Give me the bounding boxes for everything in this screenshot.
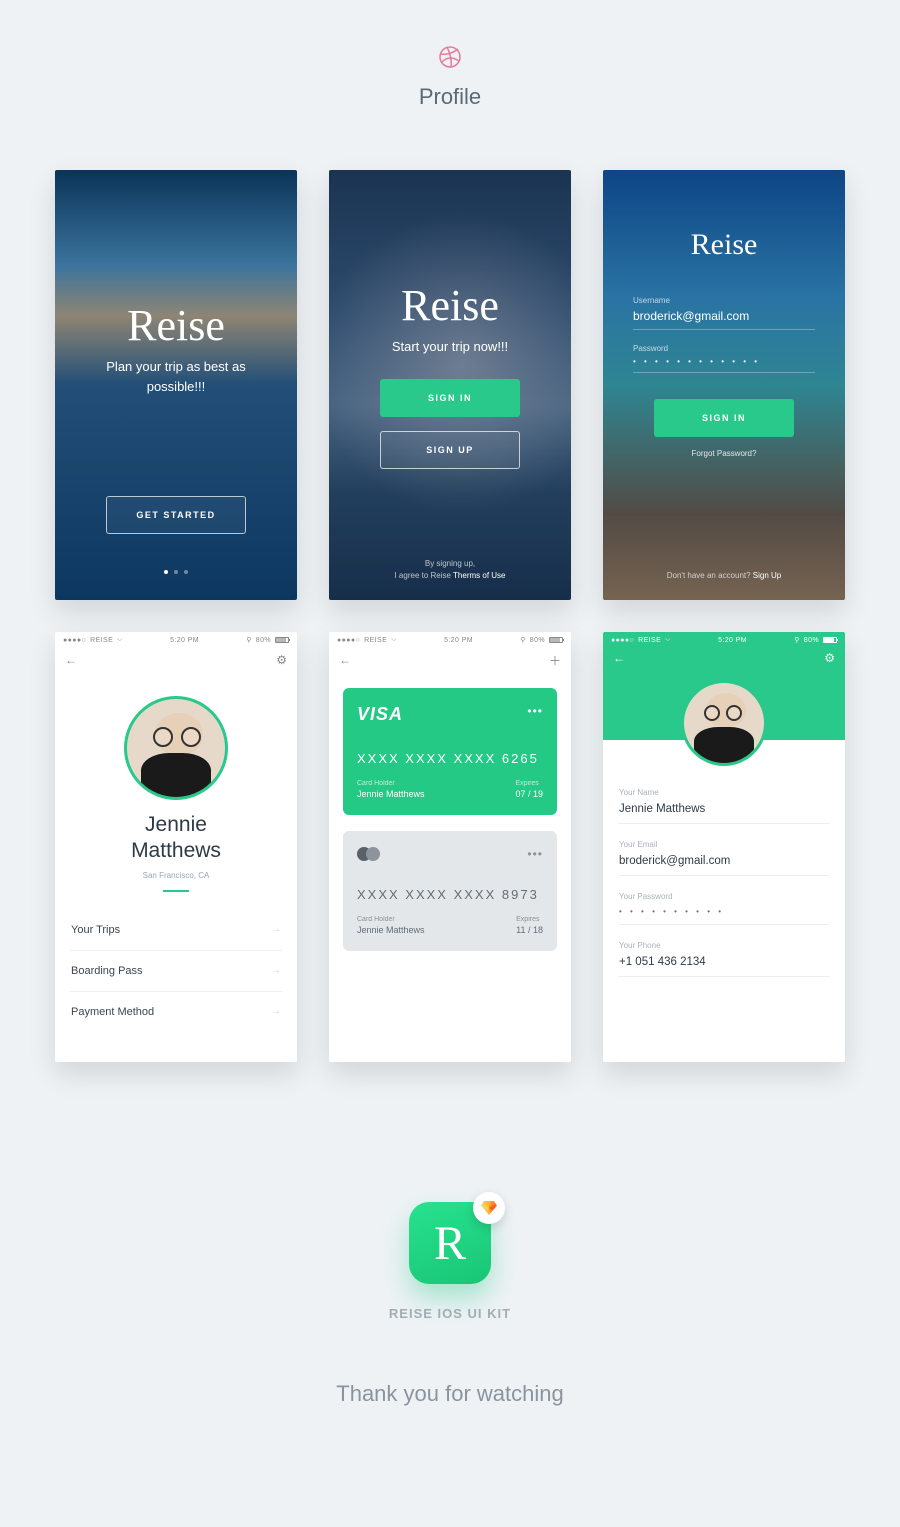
brand-logo: Reise: [691, 228, 758, 262]
mastercard-logo: [357, 847, 543, 861]
sketch-gem-icon: [481, 1201, 497, 1215]
back-icon[interactable]: ←: [65, 653, 77, 667]
menu-boarding-pass[interactable]: Boarding Pass→: [69, 951, 283, 992]
name-input[interactable]: Jennie Matthews: [619, 803, 829, 815]
chevron-right-icon: →: [271, 965, 281, 976]
onboard-tagline: Plan your trip as best as possible!!!: [96, 357, 256, 396]
screen-edit-profile: ●●●●○REISE⌵ 5:20 PM ⚲80% ← ⚙ Your Name J…: [603, 632, 845, 1062]
username-input[interactable]: broderick@gmail.com: [633, 309, 815, 323]
email-label: Your Email: [619, 840, 829, 849]
more-icon[interactable]: •••: [527, 704, 543, 718]
screen-profile: ●●●●○REISE⌵ 5:20 PM ⚲80% ← ⚙ JennieMatth…: [55, 632, 297, 1062]
profile-name: JennieMatthews: [55, 812, 297, 865]
add-icon[interactable]: ＋: [549, 652, 561, 669]
more-icon[interactable]: •••: [527, 847, 543, 861]
status-bar: ●●●●○REISE⌵ 5:20 PM ⚲80%: [603, 632, 845, 648]
thanks-text: Thank you for watching: [0, 1381, 900, 1407]
name-label: Your Name: [619, 788, 829, 797]
menu-payment-method[interactable]: Payment Method→: [69, 992, 283, 1032]
get-started-button[interactable]: GET STARTED: [106, 496, 246, 534]
phone-label: Your Phone: [619, 941, 829, 950]
card-visa[interactable]: VISA ••• XXXX XXXX XXXX 6265 Card Holder…: [343, 688, 557, 815]
password-label: Password: [633, 344, 815, 353]
chevron-right-icon: →: [271, 1006, 281, 1017]
avatar[interactable]: [681, 680, 767, 766]
brand-logo: Reise: [401, 280, 499, 331]
terms-link[interactable]: Therms of Use: [453, 571, 505, 580]
dribbble-icon: [438, 45, 462, 74]
screen-login: Reise Username broderick@gmail.com Passw…: [603, 170, 845, 600]
profile-location: San Francisco, CA: [55, 871, 297, 880]
terms-text: By signing up, I agree to Reise Therms o…: [329, 558, 571, 582]
divider: [163, 890, 189, 892]
screen-onboarding: Reise Plan your trip as best as possible…: [55, 170, 297, 600]
menu-your-trips[interactable]: Your Trips→: [69, 910, 283, 951]
card-number: XXXX XXXX XXXX 8973: [357, 887, 543, 902]
signup-link[interactable]: Sign Up: [753, 571, 781, 580]
password-label: Your Password: [619, 892, 829, 901]
email-input[interactable]: broderick@gmail.com: [619, 855, 829, 867]
visa-logo: VISA: [357, 704, 543, 725]
wifi-icon: ⌵: [117, 636, 123, 644]
kit-name: REISE IOS UI KIT: [0, 1306, 900, 1321]
signup-button[interactable]: SIGN UP: [380, 431, 520, 469]
screen-auth-intro: Reise Start your trip now!!! SIGN IN SIG…: [329, 170, 571, 600]
card-number: XXXX XXXX XXXX 6265: [357, 751, 543, 766]
forgot-password-link[interactable]: Forgot Password?: [692, 449, 757, 458]
brand-logo: Reise: [127, 300, 225, 351]
screen-cards: ●●●●○REISE⌵ 5:20 PM ⚲80% ← ＋ VISA ••• XX…: [329, 632, 571, 1062]
signup-prompt: Don't have an account? Sign Up: [603, 570, 845, 582]
back-icon[interactable]: ←: [339, 653, 351, 667]
settings-icon[interactable]: ⚙: [824, 651, 835, 665]
password-input[interactable]: • • • • • • • • • • • •: [633, 357, 815, 366]
password-input[interactable]: • • • • • • • • • •: [619, 907, 829, 916]
status-bar: ●●●●○REISE⌵ 5:20 PM ⚲80%: [329, 632, 571, 648]
chevron-right-icon: →: [271, 924, 281, 935]
app-icon: R: [409, 1202, 491, 1284]
avatar[interactable]: [124, 696, 228, 800]
page-dots: [164, 570, 188, 574]
login-signin-button[interactable]: SIGN IN: [654, 399, 794, 437]
intro-subtitle: Start your trip now!!!: [392, 337, 508, 357]
settings-icon[interactable]: ⚙: [276, 653, 287, 667]
card-mastercard[interactable]: ••• XXXX XXXX XXXX 8973 Card HolderJenni…: [343, 831, 557, 951]
page-title: Profile: [0, 84, 900, 110]
sketch-badge: [473, 1192, 505, 1224]
status-bar: ●●●●○REISE⌵ 5:20 PM ⚲80%: [55, 632, 297, 648]
signin-button[interactable]: SIGN IN: [380, 379, 520, 417]
back-icon[interactable]: ←: [613, 651, 625, 665]
phone-input[interactable]: +1 051 436 2134: [619, 956, 829, 968]
username-label: Username: [633, 296, 815, 305]
